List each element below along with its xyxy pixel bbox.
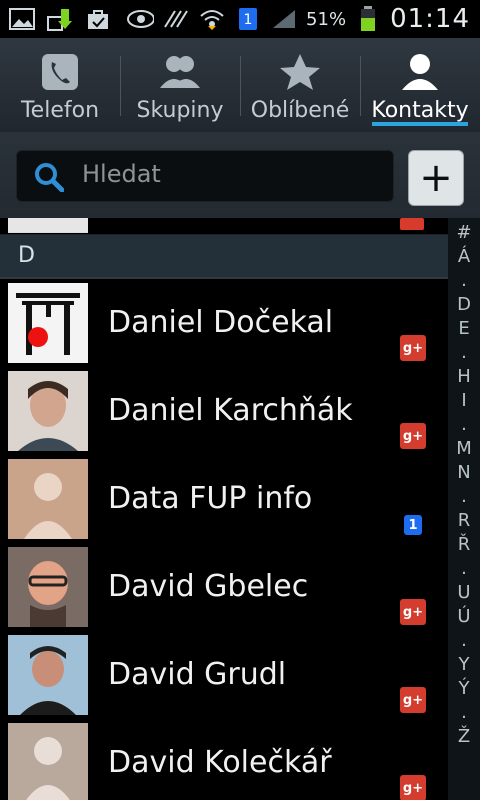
download-icon — [46, 6, 74, 32]
index-letter[interactable]: Ř — [448, 534, 480, 555]
google-plus-badge: g+ — [400, 687, 426, 713]
plus-icon: + — [419, 155, 453, 201]
contact-name: David Gbelec — [108, 569, 309, 604]
section-letter: D — [18, 243, 35, 268]
person-icon — [398, 50, 442, 94]
bag-icon — [84, 6, 112, 32]
google-plus-badge: g+ — [400, 599, 426, 625]
status-bar: 1 51% 01:14 — [0, 0, 480, 38]
contact-name: David Grudl — [108, 657, 287, 692]
battery-icon — [354, 6, 382, 32]
list-item[interactable]: Daniel Karchňák g+ — [0, 367, 448, 456]
phone-icon — [40, 50, 80, 94]
tab-telefon[interactable]: Telefon — [0, 38, 120, 132]
index-letter[interactable]: U — [448, 582, 480, 603]
eye-icon — [126, 6, 155, 32]
search-placeholder: Hledat — [82, 160, 161, 188]
svg-text:1: 1 — [244, 12, 253, 28]
index-dot: . — [461, 558, 467, 579]
list-item[interactable]: David Gbelec g+ — [0, 543, 448, 632]
index-letter[interactable]: Á — [448, 246, 480, 267]
list-item[interactable]: Daniel Dočekal g+ — [0, 279, 448, 368]
google-plus-badge: g+ — [400, 335, 426, 361]
index-dot: . — [461, 630, 467, 651]
index-letter[interactable]: Y — [448, 654, 480, 675]
contact-list[interactable]: D Daniel Dočekal g+ Daniel Karchňák g+ D… — [0, 218, 448, 800]
tab-skupiny[interactable]: Skupiny — [120, 38, 240, 132]
tab-label: Skupiny — [136, 98, 224, 123]
torii-icon — [8, 283, 88, 363]
wifi-icon — [198, 6, 226, 32]
index-letter[interactable]: Ý — [448, 678, 480, 699]
tab-label: Telefon — [20, 98, 100, 123]
google-plus-badge: g+ — [400, 775, 426, 800]
index-dot: . — [461, 414, 467, 435]
list-item-partial[interactable] — [0, 218, 448, 235]
one-badge: 1 — [404, 515, 422, 535]
list-item[interactable]: David Kolečkář g+ — [0, 719, 448, 800]
nfc-icon — [162, 6, 190, 32]
search-icon — [34, 162, 65, 196]
google-plus-badge: g+ — [400, 423, 426, 449]
list-item[interactable]: Data FUP info 1 — [0, 455, 448, 544]
star-icon — [278, 50, 322, 94]
index-dot: . — [461, 270, 467, 291]
default-avatar — [8, 459, 88, 539]
active-tab-underline — [372, 122, 468, 126]
index-letter[interactable]: # — [448, 222, 480, 243]
tab-kontakty[interactable]: Kontakty — [360, 38, 480, 132]
clock: 01:14 — [390, 4, 470, 34]
index-letter[interactable]: E — [448, 318, 480, 339]
contact-name: Daniel Dočekal — [108, 305, 334, 340]
contact-name: David Kolečkář — [108, 745, 332, 780]
battery-percent: 51% — [306, 8, 347, 30]
avatar — [8, 371, 88, 451]
index-dot: . — [461, 342, 467, 363]
contact-name: Data FUP info — [108, 481, 313, 516]
index-letter[interactable]: R — [448, 510, 480, 531]
signal-icon — [270, 6, 298, 32]
index-dot: . — [461, 702, 467, 723]
section-header: D — [0, 235, 448, 279]
one-icon: 1 — [234, 6, 262, 32]
add-contact-button[interactable]: + — [408, 150, 464, 206]
avatar — [8, 635, 88, 715]
tab-label: Oblíbené — [250, 98, 350, 123]
avatar — [8, 547, 88, 627]
search-input[interactable]: Hledat — [16, 150, 394, 202]
tab-bar: Telefon Skupiny Oblíbené Kontakty — [0, 38, 480, 136]
contact-name: Daniel Karchňák — [108, 393, 353, 428]
search-bar: Hledat + — [0, 132, 480, 218]
index-letter[interactable]: N — [448, 462, 480, 483]
index-dot: . — [461, 486, 467, 507]
index-letter[interactable]: Ž — [448, 726, 480, 747]
default-avatar — [8, 723, 88, 800]
tab-oblibene[interactable]: Oblíbené — [240, 38, 360, 132]
gallery-icon — [8, 6, 36, 32]
index-letter[interactable]: H — [448, 366, 480, 387]
index-letter[interactable]: D — [448, 294, 480, 315]
alphabet-index[interactable]: # Á . D E . H I . M N . R Ř . U Ú . Y Ý … — [448, 218, 480, 800]
list-item[interactable]: David Grudl g+ — [0, 631, 448, 720]
google-plus-badge — [400, 218, 424, 230]
index-letter[interactable]: M — [448, 438, 480, 459]
people-icon — [152, 50, 208, 94]
avatar — [8, 218, 88, 233]
index-letter[interactable]: Ú — [448, 606, 480, 627]
index-letter[interactable]: I — [448, 390, 480, 411]
tab-label: Kontakty — [371, 98, 469, 123]
